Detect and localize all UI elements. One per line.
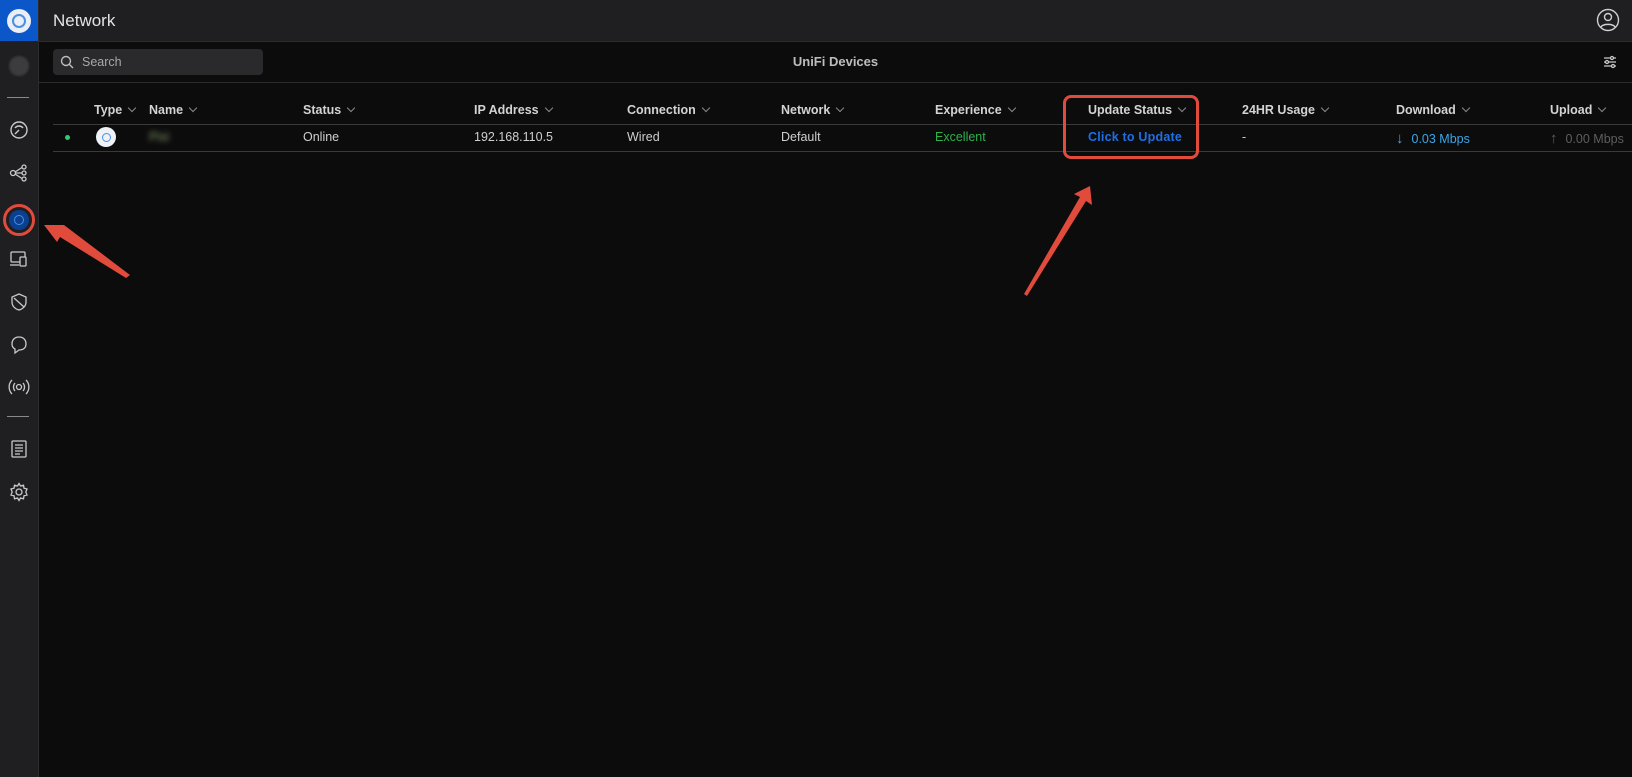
search-input[interactable] (80, 54, 254, 70)
chevron-down-icon (346, 103, 356, 113)
sidebar-divider (7, 416, 29, 417)
download-value: 0.03 Mbps (1411, 132, 1470, 146)
arrow-to-devices-icon (44, 225, 130, 278)
arrow-down-icon: ↓ (1396, 130, 1404, 147)
chevron-down-icon (1461, 103, 1470, 113)
device-24hr-usage: - (1242, 130, 1247, 144)
chevron-down-icon (701, 103, 710, 113)
page-title: UniFi Devices (792, 54, 879, 69)
chevron-down-icon (544, 103, 553, 113)
column-header-network[interactable]: Network (781, 103, 845, 117)
chevron-down-icon (1320, 103, 1330, 113)
device-ip-address: 192.168.110.5 (474, 130, 554, 144)
column-header-download[interactable]: Download (1396, 103, 1470, 117)
device-experience: Excellent (935, 130, 986, 144)
user-account-icon[interactable] (1596, 8, 1620, 32)
device-network: Default (781, 130, 821, 144)
app-title: Network (53, 11, 116, 30)
topology-icon[interactable] (5, 159, 33, 187)
settings-icon[interactable] (5, 478, 33, 506)
column-settings-icon[interactable] (1602, 54, 1618, 70)
sidebar-divider (7, 97, 29, 98)
chevron-down-icon (188, 103, 198, 113)
device-connection: Wired (627, 130, 660, 144)
column-header-ip-address[interactable]: IP Address (474, 103, 553, 117)
dashboard-icon[interactable] (5, 116, 33, 144)
security-icon[interactable] (5, 288, 33, 316)
device-upload-rate: ↑ 0.00 Mbps (1550, 130, 1624, 147)
column-header-status[interactable]: Status (303, 103, 356, 117)
chevron-down-icon (128, 103, 137, 113)
search-box[interactable] (53, 49, 263, 75)
column-header-name[interactable]: Name (149, 103, 198, 117)
top-header: Network (39, 0, 1632, 42)
table-row[interactable]: Pixi Online 192.168.110.5 Wired Default … (53, 124, 1632, 152)
online-status-dot (65, 135, 70, 140)
radios-icon[interactable] (5, 373, 33, 401)
arrow-to-update-status (1024, 186, 1092, 296)
unifi-devices-icon[interactable] (3, 204, 35, 236)
access-point-icon (96, 127, 116, 147)
arrow-up-icon: ↑ (1550, 130, 1558, 147)
site-avatar-icon[interactable] (5, 52, 33, 80)
update-status-highlight (1063, 95, 1199, 159)
column-header-experience[interactable]: Experience (935, 103, 1016, 117)
chevron-down-icon (1007, 103, 1016, 113)
insights-icon[interactable] (5, 331, 33, 359)
logs-icon[interactable] (5, 435, 33, 463)
table-header: Type Name Status IP Address Connection N… (53, 96, 1632, 125)
device-status: Online (303, 130, 340, 144)
search-icon (60, 55, 74, 69)
client-devices-icon[interactable] (5, 245, 33, 273)
column-header-24hr-usage[interactable]: 24HR Usage (1242, 103, 1330, 117)
column-header-upload[interactable]: Upload (1550, 103, 1607, 117)
unifi-logo-icon[interactable] (0, 0, 38, 41)
device-name[interactable]: Pixi (149, 130, 169, 144)
column-header-type[interactable]: Type (94, 103, 137, 117)
chevron-down-icon (1598, 103, 1607, 113)
chevron-down-icon (836, 103, 845, 113)
upload-value: 0.00 Mbps (1565, 132, 1624, 146)
column-header-connection[interactable]: Connection (627, 103, 710, 117)
sidebar (0, 0, 39, 777)
device-download-rate: ↓ 0.03 Mbps (1396, 130, 1470, 147)
devices-toolbar: UniFi Devices (39, 42, 1632, 83)
